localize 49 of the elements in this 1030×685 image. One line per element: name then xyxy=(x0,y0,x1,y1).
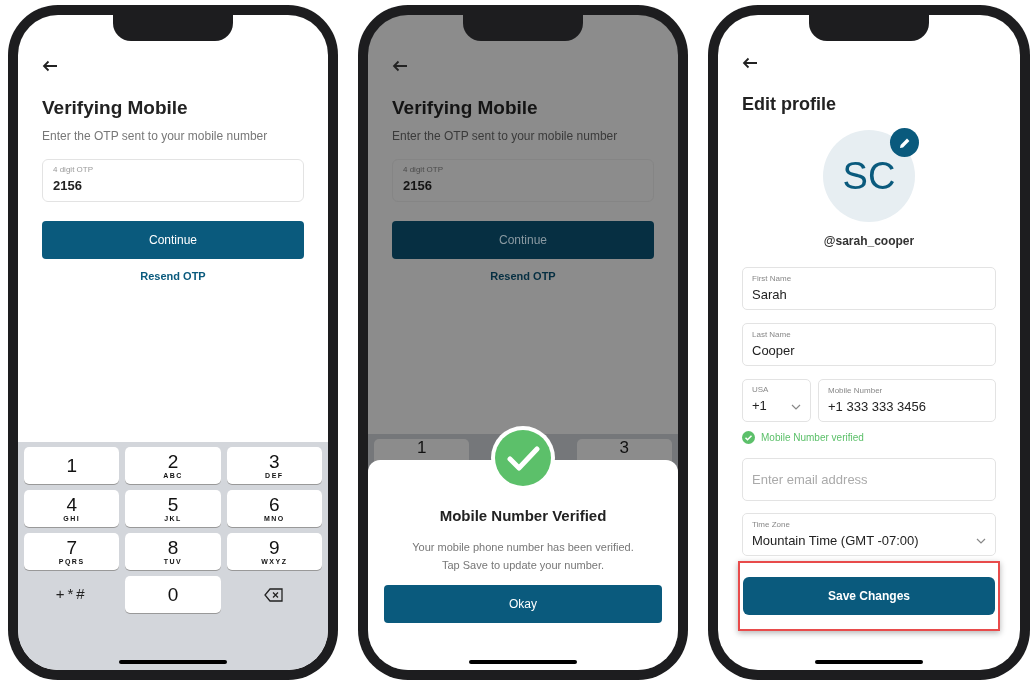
page-title: Edit profile xyxy=(742,93,837,116)
backspace-icon[interactable] xyxy=(264,587,285,602)
field-label: Last Name xyxy=(752,328,792,341)
field-label: Time Zone xyxy=(752,518,791,531)
field-value: Sarah xyxy=(752,285,788,304)
country-code-dropdown[interactable]: USA +1 xyxy=(742,379,811,422)
field-value: Cooper xyxy=(752,341,796,360)
field-value: 2156 xyxy=(403,177,433,196)
back-arrow-icon[interactable] xyxy=(42,60,58,72)
keypad-key: 1 xyxy=(416,439,427,456)
page-title: Verifying Mobile xyxy=(392,96,539,120)
resend-otp-link[interactable]: Resend OTP xyxy=(140,267,206,284)
avatar: SC xyxy=(823,130,915,222)
dialog-message: Your mobile phone number has been verified. Tap Save to update your number. xyxy=(411,539,635,573)
back-arrow-icon[interactable] xyxy=(742,57,758,69)
page-title: Verifying Mobile xyxy=(42,96,189,120)
subtitle: Enter the OTP sent to your mobile number xyxy=(392,127,619,145)
continue-button[interactable]: Continue xyxy=(392,220,654,259)
email-input-field[interactable]: Enter email address xyxy=(742,458,996,501)
username: @sarah_cooper xyxy=(823,233,915,250)
resend-otp-link[interactable]: Resend OTP xyxy=(490,267,556,284)
keypad-key[interactable]: 0 xyxy=(125,576,221,613)
continue-button[interactable]: Continue xyxy=(42,220,304,259)
input-field[interactable]: First Name Sarah xyxy=(742,267,996,310)
keypad-key[interactable]: 1 xyxy=(24,447,120,484)
field-value: Mountain Time (GMT -07:00) xyxy=(752,531,919,550)
save-changes-button[interactable]: Save Changes xyxy=(743,577,995,615)
field-label: Mobile Number xyxy=(828,384,884,397)
subtitle: Enter the OTP sent to your mobile number xyxy=(42,127,269,145)
pencil-icon xyxy=(898,136,911,149)
time-zone-dropdown[interactable]: Time Zone Mountain Time (GMT -07:00) xyxy=(742,513,996,556)
okay-button[interactable]: Okay xyxy=(384,584,662,623)
verified-note: Mobile Number verified xyxy=(761,431,864,445)
chevron-down-icon xyxy=(976,538,986,544)
otp-input-field[interactable]: 4 digit OTP 2156 xyxy=(42,158,304,202)
field-value: +1 333 333 3456 xyxy=(828,397,927,416)
field-label: First Name xyxy=(752,272,793,285)
input-field[interactable]: Mobile Number +1 333 333 3456 xyxy=(818,379,996,422)
field-label: USA xyxy=(752,383,769,396)
dialog-title: Mobile Number Verified xyxy=(439,506,607,526)
check-circle-icon xyxy=(742,431,755,444)
input-field[interactable]: Last Name Cooper xyxy=(742,323,996,366)
chevron-down-icon xyxy=(791,404,801,410)
edit-avatar-button[interactable] xyxy=(890,128,919,157)
keypad-key: 3 xyxy=(619,439,630,456)
symbols-key[interactable]: +*# xyxy=(24,576,120,613)
field-value: +1 xyxy=(752,396,768,415)
field-value: 2156 xyxy=(53,177,83,196)
field-label: 4 digit OTP xyxy=(53,164,94,177)
